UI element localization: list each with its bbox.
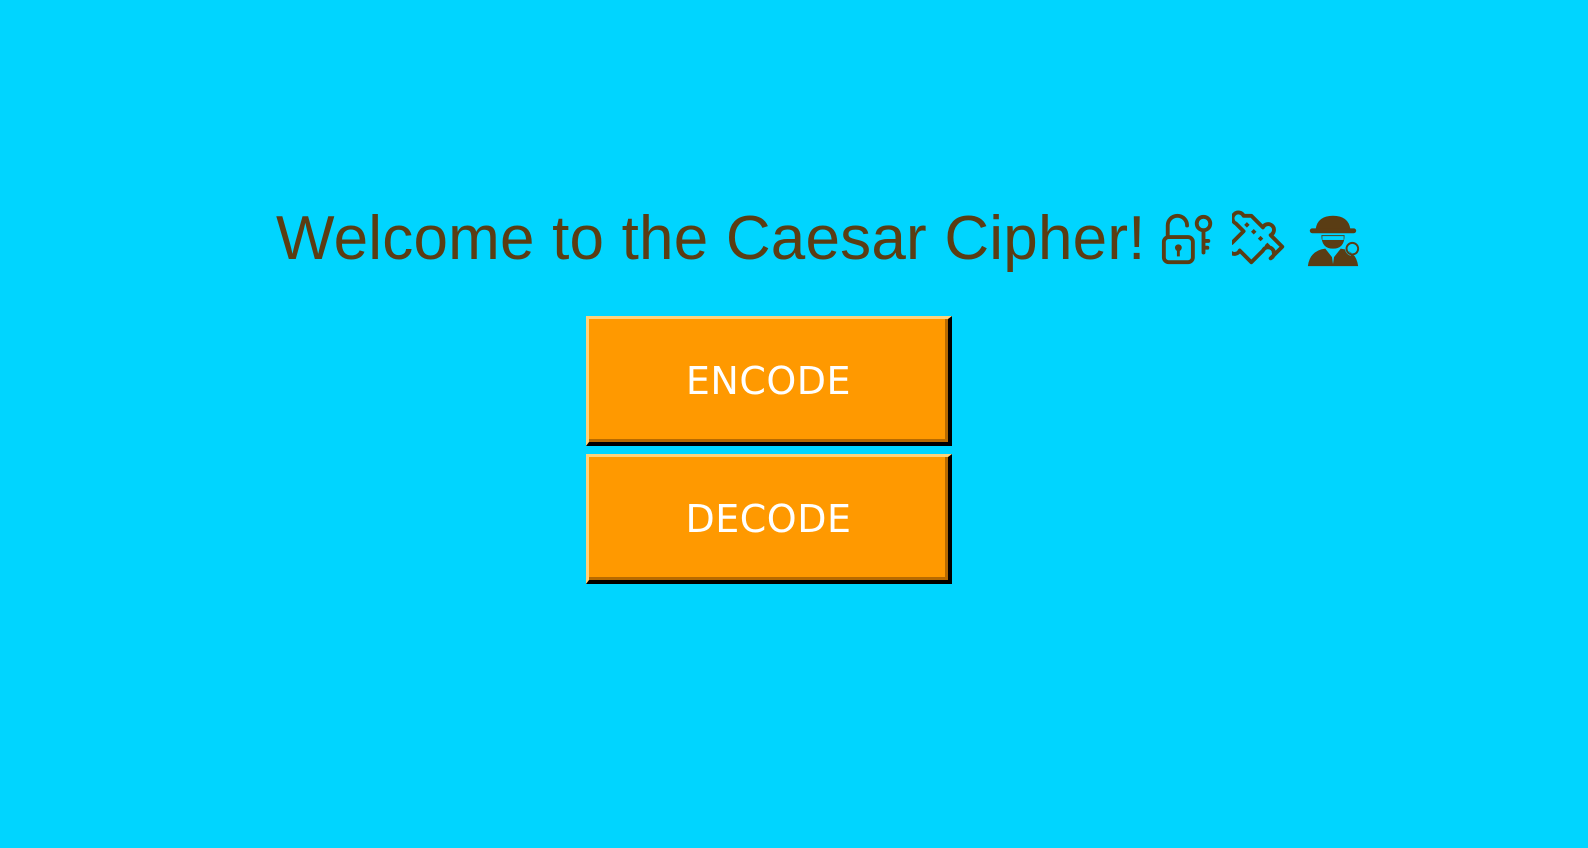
encode-button[interactable]: ENCODE: [586, 316, 952, 446]
welcome-header: Welcome to the Caesar Cipher!: [276, 196, 1362, 282]
puzzle-piece-icon: [1231, 209, 1290, 269]
title-icons: [1160, 209, 1362, 269]
page-title: Welcome to the Caesar Cipher!: [276, 204, 1146, 273]
detective-icon: [1304, 209, 1362, 269]
encode-button-label: ENCODE: [685, 358, 852, 403]
decode-button[interactable]: DECODE: [586, 454, 952, 584]
unlock-key-icon: [1160, 209, 1218, 269]
decode-button-label: DECODE: [685, 496, 852, 541]
